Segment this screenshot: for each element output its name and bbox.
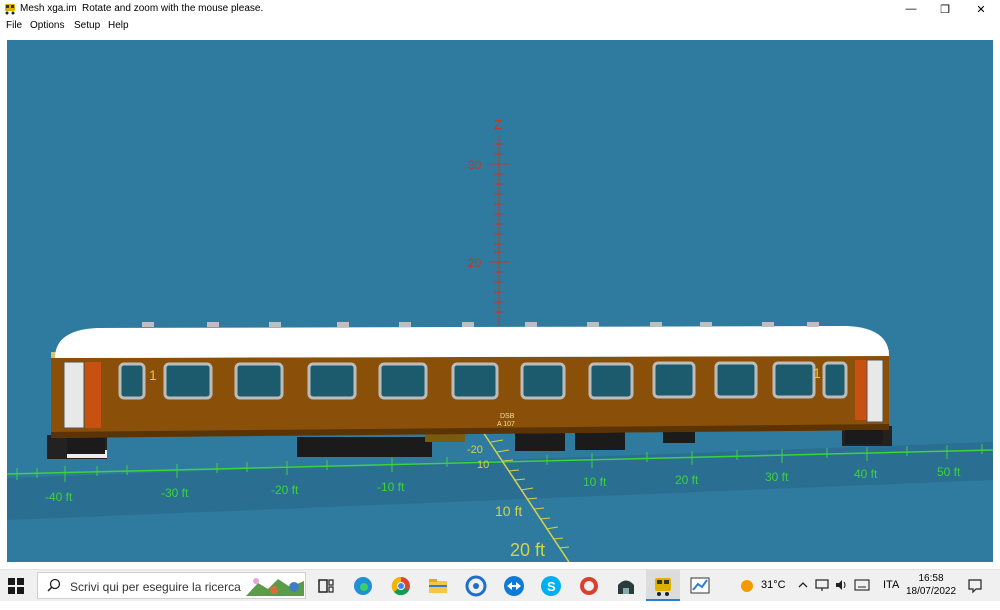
x-tick-label: -10 ft	[377, 480, 405, 494]
maximize-button[interactable]: ❐	[928, 0, 962, 18]
scene-canvas[interactable]: Z 30 20 -40 ft -30 ft -20 ft -10 ft 10 f…	[7, 40, 993, 562]
menu-setup[interactable]: Setup	[74, 20, 100, 31]
windows-start-icon[interactable]	[6, 576, 26, 596]
x-tick-label: 20 ft	[675, 473, 699, 487]
z-tick-30: 30	[468, 158, 482, 172]
skype-icon[interactable]: S	[539, 574, 563, 598]
door-right	[866, 359, 884, 423]
menu-options[interactable]: Options	[30, 20, 64, 31]
taskbar-search-box[interactable]: Scrivi qui per eseguire la ricerca	[37, 572, 306, 599]
svg-text:S: S	[547, 579, 556, 594]
minimize-button[interactable]: —	[894, 0, 928, 18]
x-tick-label: 50 ft	[937, 465, 961, 479]
search-icon	[47, 578, 61, 592]
weather-sun-icon[interactable]	[739, 578, 755, 594]
3d-viewport[interactable]: Z 30 20 -40 ft -30 ft -20 ft -10 ft 10 f…	[7, 40, 993, 562]
y-tick-label: 10 ft	[495, 503, 522, 519]
x-tick-label: -40 ft	[45, 490, 73, 504]
weather-temperature[interactable]: 31°C	[761, 579, 786, 610]
y-tick-label: -20	[467, 444, 483, 456]
teamviewer-icon[interactable]	[502, 574, 526, 598]
clock-time: 16:58	[918, 573, 944, 584]
app-circle-icon[interactable]	[464, 574, 488, 598]
chevron-up-icon[interactable]	[797, 579, 809, 591]
clock-date: 18/07/2022	[905, 586, 957, 597]
network-icon[interactable]	[815, 578, 829, 592]
vestibule-right	[855, 360, 867, 420]
search-highlight-image	[246, 575, 304, 596]
ccleaner-icon[interactable]	[577, 574, 601, 598]
x-tick-label: 10 ft	[583, 475, 607, 489]
window-message: Rotate and zoom with the mouse please.	[82, 3, 264, 14]
car-marking-dsb: DSB	[500, 413, 515, 420]
taskbar-clock[interactable]: 16:58 18/07/2022	[904, 572, 958, 598]
chrome-icon[interactable]	[389, 574, 413, 598]
menu-bar: File Options Setup Help	[0, 18, 1000, 34]
z-axis-label: Z	[494, 117, 502, 132]
keyboard-icon[interactable]	[854, 579, 870, 591]
roof-vents	[142, 322, 819, 327]
edge-icon[interactable]	[351, 574, 375, 598]
app-dark-icon[interactable]	[614, 574, 638, 598]
z-tick-20: 20	[468, 256, 482, 270]
app-chart-icon[interactable]	[688, 574, 712, 598]
language-indicator[interactable]: ITA	[883, 579, 899, 610]
x-tick-label: 40 ft	[854, 467, 878, 481]
class-number-right: 1	[813, 365, 821, 381]
x-tick-label: 30 ft	[765, 470, 789, 484]
vestibule-left	[85, 362, 101, 428]
x-tick-label: -20 ft	[271, 483, 299, 497]
menu-file[interactable]: File	[6, 20, 22, 31]
taskbar: Scrivi qui per eseguire la ricerca S 31°…	[0, 569, 1000, 601]
search-placeholder: Scrivi qui per eseguire la ricerca	[70, 580, 241, 594]
mesh-app-icon[interactable]	[651, 574, 675, 598]
title-bar: Mesh xga.im Rotate and zoom with the mou…	[0, 0, 1000, 18]
x-tick-label: -30 ft	[161, 486, 189, 500]
menu-help[interactable]: Help	[108, 20, 129, 31]
file-explorer-icon[interactable]	[426, 574, 450, 598]
y-tick-label: 20 ft	[510, 540, 545, 560]
car-roof	[55, 326, 889, 358]
car-marking-number: A 107	[497, 421, 515, 428]
close-button[interactable]: ✕	[964, 0, 998, 18]
y-tick-label: 10	[477, 459, 489, 471]
window-title: Mesh xga.im	[20, 3, 77, 14]
task-view-icon[interactable]	[314, 574, 338, 598]
notifications-icon[interactable]	[967, 578, 983, 594]
volume-icon[interactable]	[834, 578, 848, 592]
door-left	[63, 361, 85, 429]
class-number-left: 1	[149, 367, 157, 383]
app-icon	[5, 4, 15, 15]
